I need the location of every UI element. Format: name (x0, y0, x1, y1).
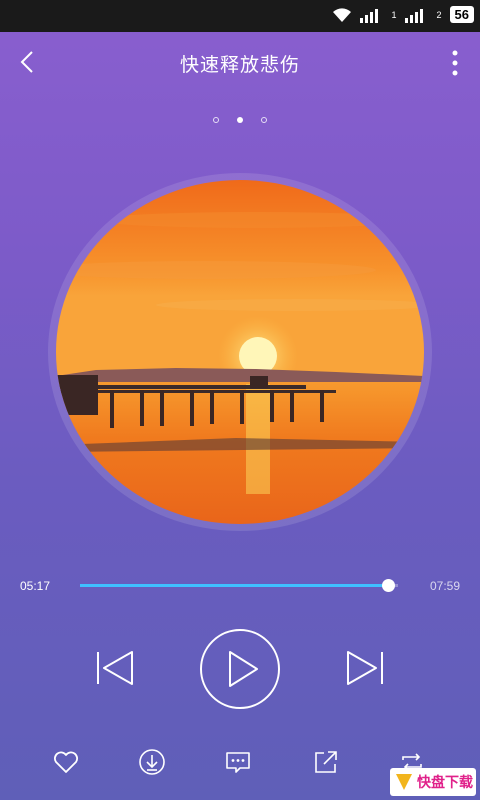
page-title: 快速释放悲伤 (179, 55, 300, 76)
seek-bar-thumb[interactable] (382, 579, 396, 592)
album-art (56, 180, 424, 524)
header: 快速释放悲伤 (0, 32, 480, 92)
wifi-icon (332, 7, 351, 22)
total-time: 07:59 (429, 579, 460, 593)
play-button[interactable] (199, 628, 281, 710)
sim1-label: 1 (391, 9, 397, 20)
page-dot[interactable] (261, 117, 267, 123)
share-icon[interactable] (312, 748, 340, 776)
watermark-logo: 快盘下载 (390, 768, 476, 796)
seek-bar[interactable] (80, 579, 398, 592)
page-indicator (0, 117, 480, 123)
skip-previous-icon[interactable] (96, 650, 136, 686)
download-icon[interactable] (138, 748, 166, 776)
signal-1-icon (359, 8, 378, 23)
current-time: 05:17 (20, 579, 51, 593)
page-dot[interactable] (213, 117, 219, 123)
skip-next-icon[interactable] (344, 650, 384, 686)
watermark-icon (396, 774, 412, 790)
heart-icon[interactable] (52, 748, 80, 776)
play-icon (229, 651, 258, 687)
comment-icon[interactable] (224, 748, 252, 776)
page-dot[interactable] (237, 117, 243, 123)
battery-level: 56 (449, 6, 474, 23)
more-options-icon[interactable] (450, 50, 460, 76)
playback-progress: 05:17 07:59 (0, 574, 480, 598)
sim2-label: 2 (436, 9, 442, 20)
seek-bar-fill (80, 584, 389, 587)
status-bar: 1 2 56 (0, 0, 480, 32)
watermark-text: 快盘下载 (417, 775, 473, 791)
signal-2-icon (404, 8, 423, 23)
sunset-pier-image (56, 180, 424, 524)
